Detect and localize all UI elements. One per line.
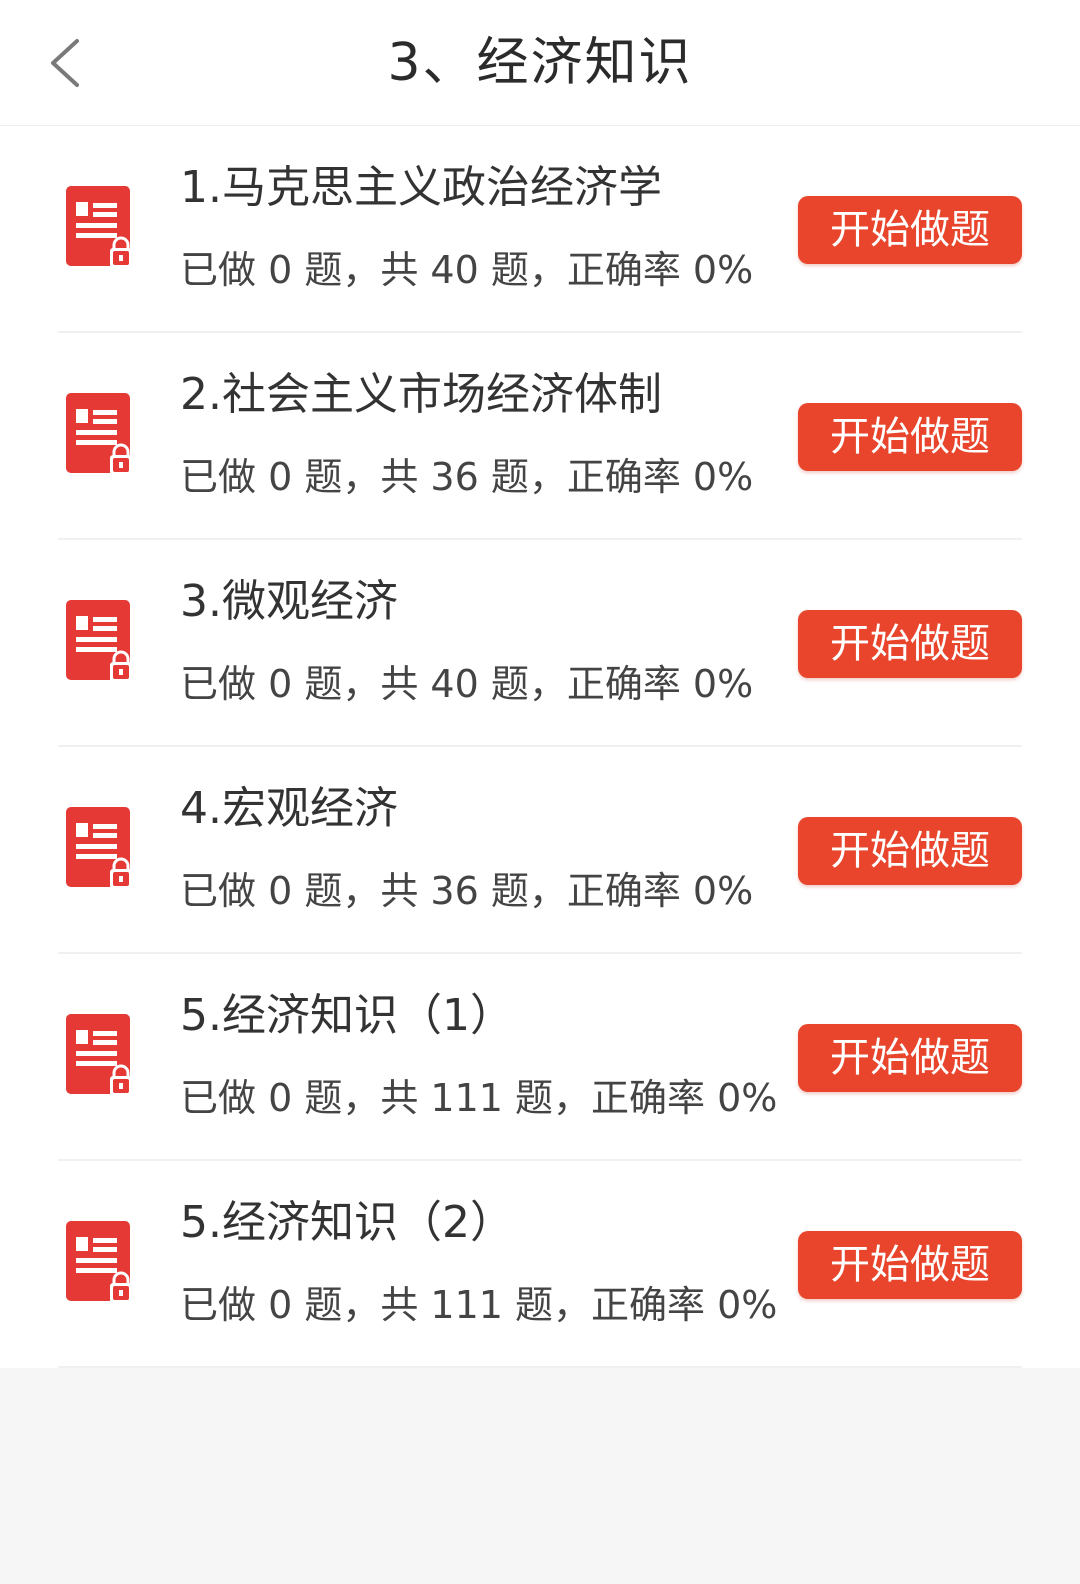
chapter-title: 5.经济知识（1） [180,990,514,1041]
start-quiz-button[interactable]: 开始做题 [798,1231,1022,1299]
locked-document-icon [66,393,132,475]
chapter-stats: 已做 0 题，共 36 题，正确率 0% [180,455,754,499]
chapter-title: 4.宏观经济 [180,783,398,834]
chapter-stats: 已做 0 题，共 40 题，正确率 0% [180,662,754,706]
chapter-row-3: 3.微观经济 已做 0 题，共 40 题，正确率 0% 开始做题 [0,540,1080,747]
row-divider [58,1366,1022,1368]
chapter-stats: 已做 0 题，共 111 题，正确率 0% [180,1076,778,1120]
top-bar: 3、经济知识 [0,0,1080,126]
chapter-row-6: 5.经济知识（2） 已做 0 题，共 111 题，正确率 0% 开始做题 [0,1161,1080,1368]
chapter-title: 1.马克思主义政治经济学 [180,162,662,213]
chapter-stats: 已做 0 题，共 111 题，正确率 0% [180,1283,778,1327]
chapter-stats: 已做 0 题，共 36 题，正确率 0% [180,869,754,913]
chapter-row-4: 4.宏观经济 已做 0 题，共 36 题，正确率 0% 开始做题 [0,747,1080,954]
locked-document-icon [66,1221,132,1303]
locked-document-icon [66,600,132,682]
locked-document-icon [66,1014,132,1096]
locked-document-icon [66,807,132,889]
start-quiz-button[interactable]: 开始做题 [798,817,1022,885]
chapter-title: 5.经济知识（2） [180,1197,514,1248]
start-quiz-button[interactable]: 开始做题 [798,610,1022,678]
chapter-row-2: 2.社会主义市场经济体制 已做 0 题，共 36 题，正确率 0% 开始做题 [0,333,1080,540]
chapter-list: 1.马克思主义政治经济学 已做 0 题，共 40 题，正确率 0% 开始做题 2… [0,126,1080,1368]
locked-document-icon [66,186,132,268]
start-quiz-button[interactable]: 开始做题 [798,1024,1022,1092]
chapter-row-1: 1.马克思主义政治经济学 已做 0 题，共 40 题，正确率 0% 开始做题 [0,126,1080,333]
start-quiz-button[interactable]: 开始做题 [798,196,1022,264]
page-title: 3、经济知识 [387,33,693,93]
chapter-stats: 已做 0 题，共 40 题，正确率 0% [180,248,754,292]
chapter-row-5: 5.经济知识（1） 已做 0 题，共 111 题，正确率 0% 开始做题 [0,954,1080,1161]
chapter-title: 2.社会主义市场经济体制 [180,369,662,420]
start-quiz-button[interactable]: 开始做题 [798,403,1022,471]
chapter-title: 3.微观经济 [180,576,398,627]
